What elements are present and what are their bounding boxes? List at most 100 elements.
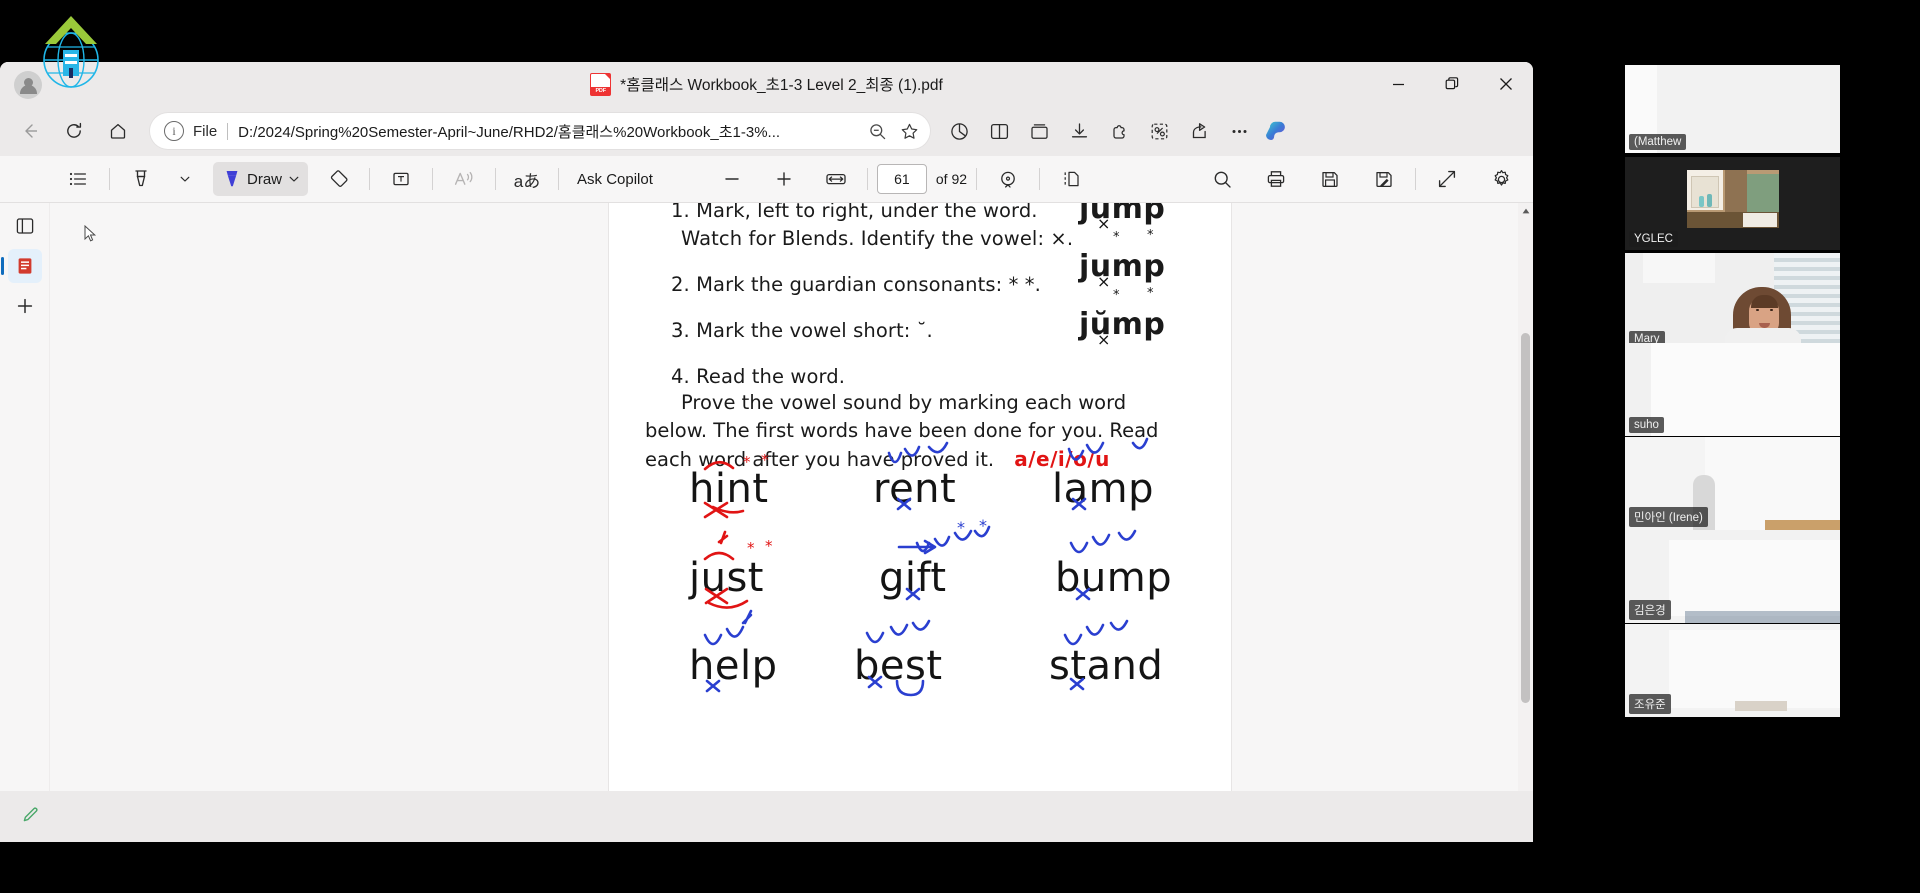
participant-video-5 — [1625, 437, 1840, 530]
worksheet-step-4: 4. Read the word. — [671, 365, 846, 388]
page-view-icon[interactable] — [1049, 162, 1093, 196]
address-bar[interactable]: i File D:/2024/Spring%20Semester-April~J… — [150, 113, 930, 149]
toolbar-divider-5 — [558, 168, 560, 190]
copilot-icon[interactable] — [1260, 114, 1294, 148]
mouse-cursor-icon — [84, 224, 98, 248]
participant-name-2: YGLEC — [1629, 231, 1678, 247]
zoom-in-button[interactable] — [762, 162, 806, 196]
participant-name-4: suho — [1629, 417, 1664, 433]
participant-tile-5[interactable]: 민아인 (Irene) — [1625, 437, 1840, 530]
word-gift: gift — [879, 555, 947, 601]
minimize-button[interactable] — [1371, 62, 1425, 106]
scrollbar-thumb[interactable] — [1521, 333, 1530, 703]
scroll-up-arrow[interactable] — [1518, 203, 1533, 219]
draw-button[interactable]: Draw — [213, 162, 309, 196]
window-controls — [1371, 62, 1533, 106]
demo-word-3: jŭmp — [1079, 307, 1166, 342]
participant-tile-2[interactable]: YGLEC — [1625, 157, 1840, 250]
participant-video-4 — [1625, 343, 1840, 436]
participant-tile-4[interactable]: suho — [1625, 343, 1840, 436]
participant-tile-7[interactable]: 조유준 — [1625, 624, 1840, 717]
participant-tile-3[interactable]: Mary — [1625, 253, 1840, 350]
toolbar-divider-2 — [369, 168, 371, 190]
favorite-star-icon[interactable] — [894, 116, 924, 146]
thumbnail-pane[interactable] — [50, 203, 330, 842]
browser-essentials-icon[interactable] — [940, 112, 978, 150]
translate-icon[interactable]: aあ — [505, 162, 549, 196]
downloads-icon[interactable] — [1060, 112, 1098, 150]
word-lamp: lamp — [1052, 466, 1154, 512]
zoom-out-button[interactable] — [710, 162, 754, 196]
demo-word-2: jump — [1079, 249, 1166, 284]
pdf-toolbar-right — [1200, 162, 1523, 196]
participant-screenshare-thumb-2 — [1687, 170, 1779, 228]
split-screen-icon[interactable] — [980, 112, 1018, 150]
worksheet-instructions: Prove the vowel sound by marking each wo… — [645, 389, 1190, 474]
settings-gear-icon[interactable] — [1479, 162, 1523, 196]
toc-icon[interactable] — [56, 162, 100, 196]
zoom-out-icon[interactable] — [862, 116, 892, 146]
worksheet-step-1b: Watch for Blends. Identify the vowel: ×. — [681, 227, 1074, 250]
ask-copilot-button[interactable]: Ask Copilot — [568, 162, 664, 196]
word-help: help — [689, 643, 778, 689]
participant-tile-1[interactable]: (Matthew — [1625, 65, 1840, 153]
participant-tile-6[interactable]: 김은경 — [1625, 530, 1840, 623]
add-text-icon[interactable] — [379, 162, 423, 196]
search-icon[interactable] — [1200, 162, 1244, 196]
word-best: best — [854, 643, 943, 689]
desktop: *홈클래스 Workbook_초1-3 Level 2_최종 (1).pdf — [0, 0, 1920, 893]
svg-text:*: * — [765, 537, 773, 555]
document-area[interactable]: 1. Mark, left to right, under the word. … — [330, 203, 1533, 842]
highlight-chevron-down-icon[interactable] — [163, 162, 207, 196]
refresh-icon[interactable] — [54, 111, 94, 151]
collections-icon[interactable] — [1020, 112, 1058, 150]
document-scrollbar[interactable] — [1518, 203, 1533, 842]
toolbar-divider-7 — [976, 168, 978, 190]
draw-label: Draw — [247, 170, 283, 188]
close-button[interactable] — [1479, 62, 1533, 106]
restore-button[interactable] — [1425, 62, 1479, 106]
word-stand: stand — [1049, 643, 1164, 689]
svg-text:*: * — [1147, 228, 1154, 243]
page-number-input[interactable]: 61 — [876, 164, 927, 194]
share-icon[interactable] — [1180, 112, 1218, 150]
word-bump: bump — [1055, 555, 1173, 601]
highlight-icon[interactable] — [119, 162, 163, 196]
erase-icon[interactable] — [316, 162, 360, 196]
fit-to-window-icon[interactable] — [1425, 162, 1469, 196]
home-icon[interactable] — [98, 111, 138, 151]
toolbar-divider-4 — [495, 168, 497, 190]
pen-indicator-icon[interactable] — [22, 805, 40, 828]
toolbar-divider — [109, 168, 110, 190]
extensions-icon[interactable] — [1100, 112, 1138, 150]
participant-video-7 — [1625, 624, 1840, 717]
pdf-file-icon — [590, 72, 612, 96]
participant-name-1: (Matthew — [1629, 134, 1687, 150]
sidebar-item-toc[interactable] — [8, 209, 42, 243]
pdf-toolbar: Draw aあ Ask Copilot 61 of 92 — [0, 156, 1533, 203]
window-title-group: *홈클래스 Workbook_초1-3 Level 2_최종 (1).pdf — [0, 62, 1533, 106]
ask-copilot-label: Ask Copilot — [577, 170, 653, 188]
bottom-strip — [0, 791, 1533, 842]
toolbar-divider-9 — [1415, 168, 1416, 190]
print-icon[interactable] — [1254, 162, 1298, 196]
pdf-left-rail — [0, 203, 50, 842]
url-scheme-label: File — [193, 122, 218, 140]
fit-page-width-icon[interactable] — [814, 162, 858, 196]
svg-text:*: * — [1147, 286, 1154, 301]
address-url-text[interactable]: D:/2024/Spring%20Semester-April~June/RHD… — [238, 121, 862, 142]
screenshot-icon[interactable] — [1140, 112, 1178, 150]
pdf-page[interactable]: 1. Mark, left to right, under the word. … — [609, 203, 1231, 842]
sidebar-item-thumbnails[interactable] — [0, 249, 42, 283]
svg-text:*: * — [1113, 288, 1120, 303]
read-aloud-icon[interactable] — [442, 162, 486, 196]
save-icon[interactable] — [1308, 162, 1352, 196]
back-icon[interactable] — [10, 111, 50, 151]
save-as-icon[interactable] — [1362, 162, 1406, 196]
sidebar-item-add[interactable] — [8, 289, 42, 323]
word-hint: hint — [689, 466, 769, 512]
settings-and-more-icon[interactable] — [1220, 112, 1258, 150]
school-logo — [36, 14, 106, 92]
site-info-icon[interactable]: i — [164, 121, 184, 141]
rotate-icon[interactable] — [986, 162, 1030, 196]
